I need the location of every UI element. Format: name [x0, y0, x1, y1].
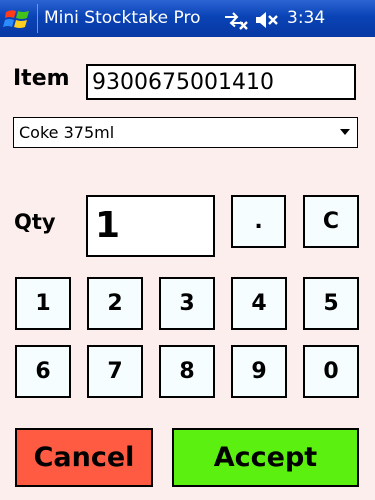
item-label: Item	[13, 66, 70, 91]
product-select-value: Coke 375ml	[19, 123, 115, 142]
windows-start-icon[interactable]	[3, 4, 33, 34]
volume-icon[interactable]	[254, 9, 280, 31]
key-1-button[interactable]: 1	[15, 277, 71, 330]
title-divider	[37, 4, 38, 33]
key-8-button[interactable]: 8	[159, 345, 215, 398]
key-4-button[interactable]: 4	[231, 277, 287, 330]
qty-label: Qty	[14, 210, 56, 234]
title-bar: Mini Stocktake Pro 3:34	[0, 0, 375, 37]
qty-field[interactable]: 1	[86, 195, 215, 257]
key-6-button[interactable]: 6	[15, 345, 71, 398]
key-2-button[interactable]: 2	[87, 277, 143, 330]
key-7-button[interactable]: 7	[87, 345, 143, 398]
decimal-point-button[interactable]: .	[231, 195, 286, 248]
key-5-button[interactable]: 5	[303, 277, 359, 330]
item-barcode-input[interactable]	[86, 64, 356, 100]
key-9-button[interactable]: 9	[231, 345, 287, 398]
key-3-button[interactable]: 3	[159, 277, 215, 330]
connectivity-icon[interactable]	[223, 9, 249, 31]
qty-value: 1	[95, 205, 121, 246]
app-title: Mini Stocktake Pro	[44, 8, 201, 28]
chevron-down-icon[interactable]	[340, 129, 350, 135]
clear-button[interactable]: C	[303, 195, 359, 248]
product-select[interactable]: Coke 375ml	[13, 117, 358, 148]
cancel-button[interactable]: Cancel	[15, 428, 153, 487]
accept-button[interactable]: Accept	[172, 428, 359, 487]
key-0-button[interactable]: 0	[303, 345, 359, 398]
clock[interactable]: 3:34	[287, 8, 325, 28]
